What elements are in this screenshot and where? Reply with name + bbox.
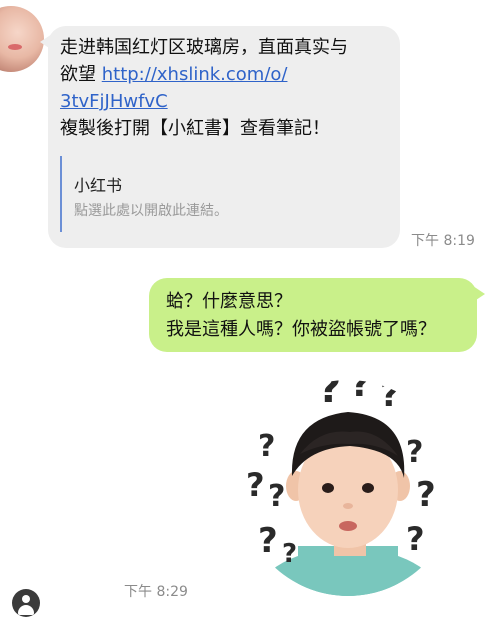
svg-text:?: ? <box>258 521 278 561</box>
link-preview-card[interactable]: 小红书 點選此處以開啟此連結。 <box>60 156 362 232</box>
link-preview-description: 點選此處以開啟此連結。 <box>74 203 228 219</box>
avatar-head <box>22 595 30 603</box>
svg-text:?: ? <box>246 466 265 504</box>
sticker-timestamp: 下午 8:29 <box>124 584 188 600</box>
svg-text:?: ? <box>268 479 285 514</box>
outgoing-message-text: 蛤？什麼意思？ 我是這種人嗎？你被盜帳號了嗎？ <box>166 288 476 344</box>
incoming-message-text: 走进韩国红灯区玻璃房，直面真实与 欲望 http://xhslink.com/o… <box>60 34 390 142</box>
contact-avatar[interactable] <box>0 6 44 72</box>
confused-boy-sticker[interactable]: ? ? ? ? ? ? ? ? ? ? ? <box>238 366 458 606</box>
incoming-line-2-prefix: 欲望 <box>60 64 102 85</box>
incoming-timestamp: 下午 8:19 <box>411 233 475 249</box>
sticker-image: ? ? ? ? ? ? ? ? ? ? ? <box>240 366 456 596</box>
bubble-tail <box>40 34 52 50</box>
svg-text:?: ? <box>282 539 297 569</box>
incoming-line-1: 走进韩国红灯区玻璃房，直面真实与 <box>60 37 348 58</box>
svg-text:?: ? <box>416 475 436 515</box>
svg-text:?: ? <box>258 429 275 464</box>
svg-text:?: ? <box>406 435 423 470</box>
link-text-part-2: 3tvFjJHwfvC <box>60 91 168 112</box>
svg-text:?: ? <box>350 366 371 405</box>
chat-screen: 走进韩国红灯区玻璃房，直面真实与 欲望 http://xhslink.com/o… <box>0 0 500 623</box>
svg-text:?: ? <box>380 375 400 415</box>
svg-text:?: ? <box>406 520 425 558</box>
outgoing-line-1: 蛤？什麼意思？ <box>166 291 292 312</box>
link-preview-title: 小红书 <box>74 176 123 195</box>
outgoing-line-2: 我是這種人嗎？你被盜帳號了嗎？ <box>166 319 436 340</box>
user-avatar-icon[interactable] <box>12 589 40 617</box>
incoming-line-4: 複製後打開【小紅書】查看筆記！ <box>60 118 330 139</box>
avatar-shoulders <box>18 605 34 615</box>
svg-text:?: ? <box>318 366 341 412</box>
link-text-part-1: http://xhslink.com/o/ <box>101 64 288 85</box>
avatar-lip <box>8 44 22 50</box>
